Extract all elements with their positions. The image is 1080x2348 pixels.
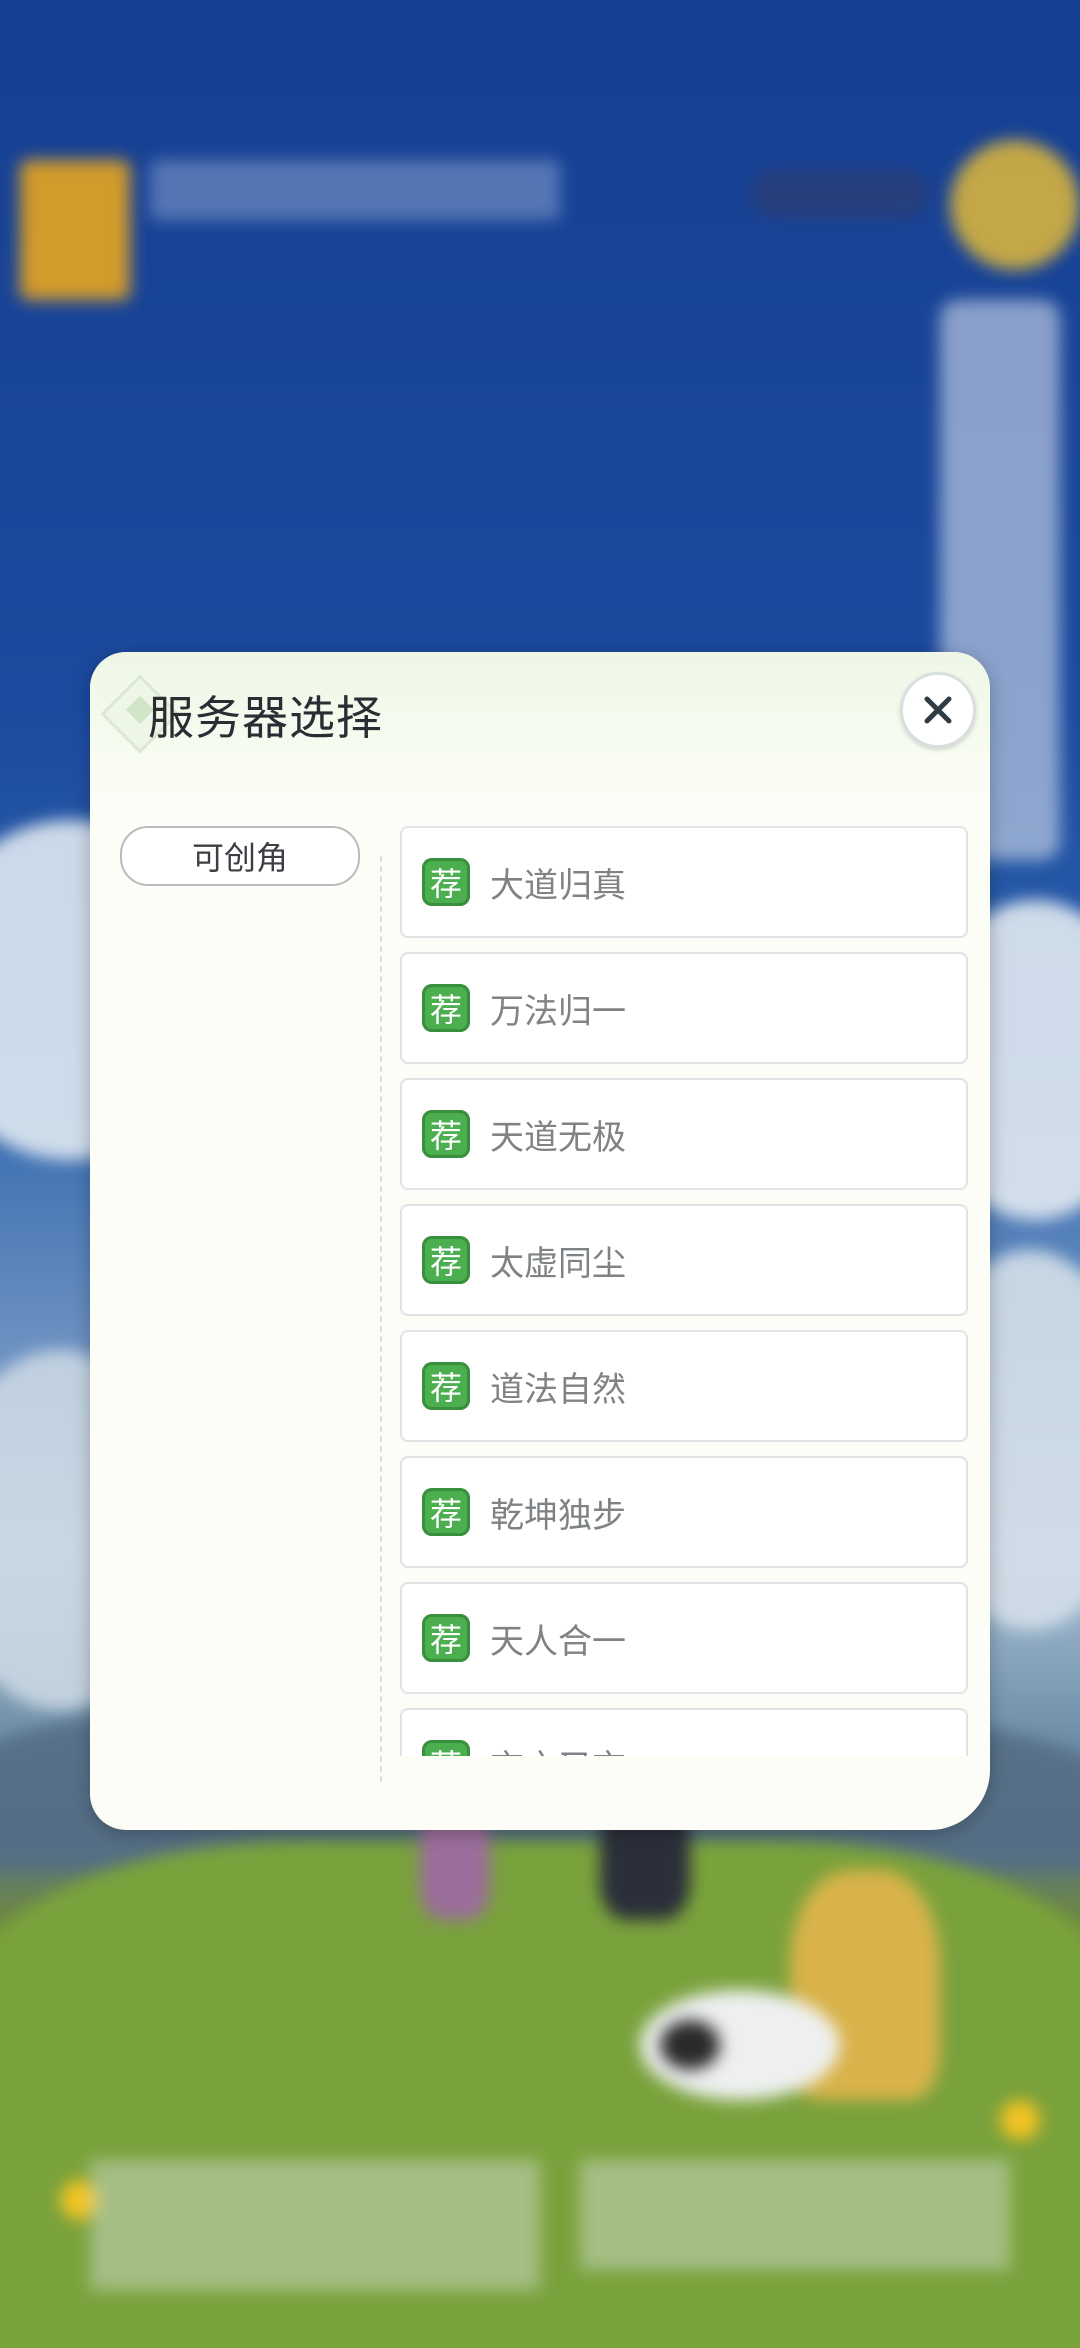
server-name: 天人合一: [490, 1621, 626, 1662]
server-name: 玄之又玄: [490, 1740, 626, 1757]
legal-text-blur: [580, 2160, 1010, 2270]
server-item[interactable]: 荐 天道无极: [400, 1078, 968, 1190]
tab-creatable[interactable]: 可创角: [120, 826, 360, 886]
game-emblem: [950, 140, 1080, 270]
recommended-badge: 荐: [422, 1614, 470, 1662]
recommended-badge: 荐: [422, 1488, 470, 1536]
recommended-badge: 荐: [422, 984, 470, 1032]
server-name: 乾坤独步: [490, 1495, 626, 1536]
server-list[interactable]: 荐 大道归真 荐 万法归一 荐 天道无极 荐 太虚同尘 荐 道法自然 荐 乾坤独…: [400, 826, 972, 1756]
dialog-header: 服务器选择: [90, 652, 990, 792]
panda-patch: [660, 2020, 720, 2070]
recommended-badge: 荐: [422, 1110, 470, 1158]
divider: [380, 856, 382, 1782]
recommended-badge: 荐: [422, 1740, 470, 1756]
server-item[interactable]: 荐 玄之又玄: [400, 1708, 968, 1756]
server-item[interactable]: 荐 大道归真: [400, 826, 968, 938]
publisher-info-blur: [150, 160, 560, 220]
close-icon: [924, 696, 952, 724]
server-item[interactable]: 荐 万法归一: [400, 952, 968, 1064]
flower: [1000, 2100, 1040, 2140]
server-name: 天道无极: [490, 1117, 626, 1158]
server-name: 万法归一: [490, 991, 626, 1032]
server-name: 太虚同尘: [490, 1243, 626, 1284]
dialog-title: 服务器选择: [148, 691, 383, 745]
recommended-badge: 荐: [422, 1362, 470, 1410]
close-button[interactable]: [900, 672, 976, 748]
server-name: 大道归真: [490, 865, 626, 906]
server-item[interactable]: 荐 天人合一: [400, 1582, 968, 1694]
top-badge-blur: [750, 170, 930, 218]
server-item[interactable]: 荐 乾坤独步: [400, 1456, 968, 1568]
server-select-dialog: 服务器选择 可创角 荐 大道归真 荐 万法归一 荐 天道无极 荐 太虚同尘 荐 …: [90, 652, 990, 1830]
recommended-badge: 荐: [422, 858, 470, 906]
age-rating-logo: [20, 160, 130, 300]
recommended-badge: 荐: [422, 1236, 470, 1284]
server-item[interactable]: 荐 太虚同尘: [400, 1204, 968, 1316]
legal-text-blur: [90, 2160, 540, 2290]
server-name: 道法自然: [490, 1369, 626, 1410]
server-item[interactable]: 荐 道法自然: [400, 1330, 968, 1442]
